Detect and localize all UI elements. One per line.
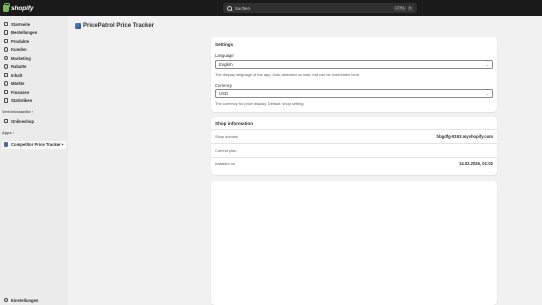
- language-help-text: The display language of the app. Auto-de…: [215, 71, 361, 77]
- settings-card-title: Settings: [215, 42, 234, 47]
- info-key: Shop domain: [215, 134, 238, 139]
- installed-on-row: Installed on 14.02.2026, 01:02: [215, 159, 493, 169]
- shop-information-card: Shop information Shop domain hbgdfg-8193…: [211, 117, 497, 175]
- inbox-icon: [3, 30, 8, 35]
- language-label: Language: [215, 53, 234, 58]
- search-placeholder: Suchen: [235, 5, 250, 11]
- tag-icon: [3, 38, 8, 44]
- sidebar-item-label: Startseite: [11, 21, 31, 27]
- gear-icon: [3, 297, 8, 303]
- empty-card: [211, 181, 497, 305]
- info-key: Current plan: [215, 147, 237, 153]
- currency-select-value: USD: [219, 90, 228, 96]
- sidebar-item-label: Competitor Price Tracker: [11, 142, 61, 147]
- sidebar-item-label: Inhalt: [11, 72, 23, 78]
- home-icon: [3, 21, 8, 27]
- globe-icon: [3, 81, 8, 86]
- sidebar-item-label: Bestellungen: [11, 30, 38, 35]
- currency-help-text: The currency for price display. Default:…: [215, 100, 305, 106]
- sales-channels-heading[interactable]: Vertriebskanäle ›: [2, 109, 33, 114]
- currency-select[interactable]: USD ⌃ ⌄: [215, 88, 493, 98]
- language-select[interactable]: English ⌃ ⌄: [215, 59, 493, 69]
- app-logo-icon: [75, 23, 81, 29]
- chevron-right-icon: ›: [12, 130, 15, 135]
- sidebar-item-settings[interactable]: Einstellungen: [2, 296, 38, 304]
- shop-domain-row: Shop domain hbgdfg-8193.myshopify.com: [215, 132, 493, 142]
- discount-icon: [3, 64, 8, 69]
- sidebar-item-products[interactable]: Produkte: [2, 37, 66, 45]
- section-heading-label: Vertriebskanäle: [2, 109, 31, 114]
- sidebar-item-finance[interactable]: Finanzen: [2, 88, 66, 96]
- bank-icon: [3, 89, 8, 95]
- divider: [211, 143, 497, 144]
- store-icon: [3, 118, 8, 124]
- chart-icon: [3, 98, 8, 103]
- content-icon: [3, 72, 8, 78]
- sidebar-item-online-store[interactable]: Onlineshop: [2, 117, 66, 125]
- info-key: Installed on: [215, 161, 235, 166]
- info-value: hbgdfg-8193.myshopify.com: [436, 134, 493, 139]
- sidebar-item-label: Marketing: [11, 55, 31, 61]
- language-select-value: English: [219, 61, 233, 67]
- app-icon: [3, 142, 8, 147]
- sidebar-item-label: Statistiken: [11, 98, 33, 103]
- sidebar-item-label: Kunden: [11, 47, 27, 52]
- select-caret-icon: ⌃ ⌄: [485, 59, 489, 67]
- info-value: 14.02.2026, 01:02: [459, 161, 493, 166]
- sidebar-item-home[interactable]: Startseite: [2, 20, 66, 28]
- chevron-right-icon: ›: [31, 109, 34, 114]
- sidebar-item-marketing[interactable]: Marketing: [2, 54, 66, 62]
- section-heading-label: Apps: [2, 130, 12, 135]
- sidebar-item-label: Rabatte: [11, 64, 27, 69]
- settings-card: Settings Language English ⌃ ⌄ The display…: [211, 37, 497, 112]
- sidebar-item-orders[interactable]: Bestellungen: [2, 29, 66, 37]
- shopify-bag-icon: [3, 2, 10, 12]
- sidebar-item-label: Onlineshop: [11, 118, 35, 124]
- search-icon: [227, 5, 232, 11]
- sidebar-item-analytics[interactable]: Statistiken: [2, 97, 66, 105]
- shortcut-key-k: K: [407, 5, 413, 11]
- sidebar-item-label: Einstellungen: [11, 297, 39, 303]
- shop-information-title: Shop information: [215, 121, 254, 126]
- top-bar: shopify Suchen CTRL K: [0, 0, 542, 16]
- page-title: PricePatrol Price Tracker: [83, 23, 155, 29]
- person-icon: [3, 47, 8, 52]
- select-caret-icon: ⌃ ⌄: [485, 88, 489, 96]
- search-input[interactable]: Suchen CTRL K: [223, 3, 417, 13]
- brand-name: shopify: [11, 4, 34, 12]
- current-plan-row: Current plan: [215, 145, 493, 155]
- apps-heading[interactable]: Apps ›: [2, 130, 14, 135]
- page-header: PricePatrol Price Tracker: [75, 22, 154, 30]
- sidebar-item-label: Märkte: [11, 81, 25, 86]
- shopify-logo[interactable]: shopify: [3, 2, 34, 13]
- sidebar: Startseite Bestellungen Produkte Kunden …: [0, 16, 68, 305]
- divider: [211, 156, 497, 158]
- target-icon: [3, 55, 8, 61]
- pin-icon[interactable]: ✦: [61, 142, 64, 147]
- sidebar-item-markets[interactable]: Märkte: [2, 80, 66, 88]
- divider: [211, 129, 497, 130]
- sidebar-item-customers[interactable]: Kunden: [2, 46, 66, 54]
- sidebar-item-discounts[interactable]: Rabatte: [2, 63, 66, 71]
- sidebar-item-label: Finanzen: [11, 89, 30, 95]
- sidebar-item-label: Produkte: [11, 38, 30, 44]
- shortcut-key-ctrl: CTRL: [393, 5, 407, 11]
- currency-label: Currency: [215, 82, 232, 88]
- sidebar-item-competitor-price-tracker[interactable]: Competitor Price Tracker ✦: [2, 140, 66, 149]
- sidebar-item-content[interactable]: Inhalt: [2, 71, 66, 79]
